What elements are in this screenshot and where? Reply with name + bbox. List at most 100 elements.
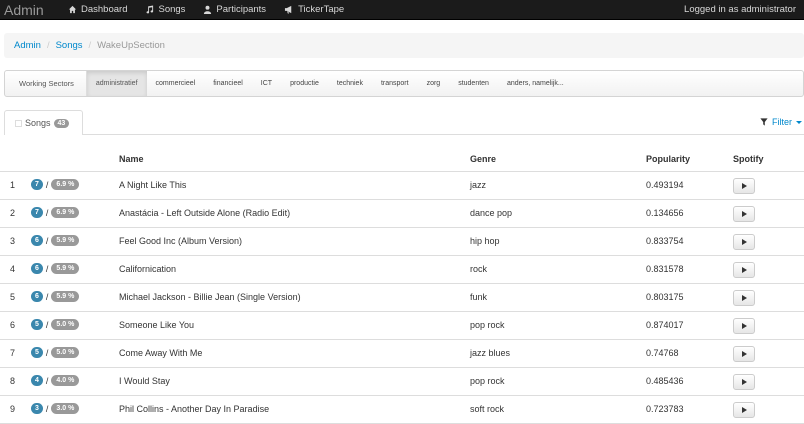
song-popularity: 0.134656 xyxy=(646,208,684,218)
spotify-play-button[interactable] xyxy=(733,262,755,278)
user-icon xyxy=(204,5,212,14)
vote-score: 6/5.9 % xyxy=(31,263,80,274)
tab-songs[interactable]: Songs 43 xyxy=(4,110,83,135)
slash-separator: / xyxy=(45,291,49,302)
play-icon xyxy=(741,351,747,357)
column-genre[interactable]: Genre xyxy=(470,154,496,164)
row-number: 8 xyxy=(10,376,16,386)
sector-financieel[interactable]: financieel xyxy=(204,71,252,96)
play-icon xyxy=(741,379,747,385)
bullhorn-icon xyxy=(285,5,292,14)
spotify-play-button[interactable] xyxy=(733,206,755,222)
brand[interactable]: Admin xyxy=(4,0,60,20)
row-number: 6 xyxy=(10,320,16,330)
nav-songs-label: Songs xyxy=(158,3,186,15)
table-row: 7 5/5.0 % Come Away With Me jazz blues 0.747… xyxy=(0,340,804,368)
breadcrumb-current: WakeUpSection xyxy=(97,40,165,51)
tab-songs-label: Songs xyxy=(25,118,51,128)
song-popularity: 0.493194 xyxy=(646,180,684,190)
sector-administratief[interactable]: administratief xyxy=(86,71,147,96)
sector-studenten[interactable]: studenten xyxy=(449,71,498,96)
play-icon xyxy=(741,183,747,189)
table-row: 2 7/6.9 % Anastácia - Left Outside Alone (… xyxy=(0,200,804,228)
table-row: 8 4/4.0 % I Would Stay pop rock 0.485436 xyxy=(0,368,804,396)
table-row: 1 7/6.9 % A Night Like This jazz 0.493194 xyxy=(0,172,804,200)
nav-participants-label: Participants xyxy=(216,3,267,15)
song-name: A Night Like This xyxy=(119,180,187,190)
spotify-play-button[interactable] xyxy=(733,234,755,250)
row-number: 9 xyxy=(10,404,16,414)
votes-badge: 6 xyxy=(31,235,43,246)
slash-separator: / xyxy=(45,179,49,190)
play-icon xyxy=(741,407,747,413)
song-popularity: 0.874017 xyxy=(646,320,684,330)
sectors-header: Working Sectors xyxy=(5,71,87,96)
breadcrumb-songs[interactable]: Songs xyxy=(56,40,83,51)
song-name: Feel Good Inc (Album Version) xyxy=(119,236,243,246)
column-spotify: Spotify xyxy=(733,154,764,164)
breadcrumb-separator: / xyxy=(46,40,50,51)
sector-anders[interactable]: anders, namelijk... xyxy=(498,71,573,96)
spotify-play-button[interactable] xyxy=(733,402,755,418)
filter-dropdown[interactable]: Filter xyxy=(760,117,802,127)
row-number: 7 xyxy=(10,348,16,358)
top-navbar: Admin Dashboard Songs Participants Ticke… xyxy=(0,0,804,20)
song-genre: pop rock xyxy=(470,320,505,330)
nav-tickertape[interactable]: TickerTape xyxy=(284,0,344,20)
nav-participants[interactable]: Participants xyxy=(203,0,266,20)
sector-transport[interactable]: transport xyxy=(372,71,418,96)
song-genre: jazz xyxy=(470,180,487,190)
nav-dashboard[interactable]: Dashboard xyxy=(68,0,127,20)
votes-badge: 3 xyxy=(31,403,43,414)
spotify-play-button[interactable] xyxy=(733,374,755,390)
song-genre: pop rock xyxy=(470,376,505,386)
song-popularity: 0.833754 xyxy=(646,236,684,246)
percent-badge: 5.0 % xyxy=(51,319,80,330)
song-name: I Would Stay xyxy=(119,376,170,386)
votes-badge: 5 xyxy=(31,319,43,330)
spotify-play-button[interactable] xyxy=(733,318,755,334)
play-icon xyxy=(741,323,747,329)
nav-songs[interactable]: Songs xyxy=(145,0,185,20)
row-number: 5 xyxy=(10,292,16,302)
table-row: 5 6/5.9 % Michael Jackson - Billie Jean (S… xyxy=(0,284,804,312)
song-name: Californication xyxy=(119,264,177,274)
percent-badge: 3.0 % xyxy=(51,403,80,414)
percent-badge: 5.9 % xyxy=(51,235,80,246)
votes-badge: 6 xyxy=(31,291,43,302)
percent-badge: 4.0 % xyxy=(51,375,80,386)
sector-commercieel[interactable]: commercieel xyxy=(147,71,205,96)
song-name: Someone Like You xyxy=(119,320,195,330)
sector-zorg[interactable]: zorg xyxy=(418,71,450,96)
vote-score: 6/5.9 % xyxy=(31,235,80,246)
song-genre: jazz blues xyxy=(470,348,511,358)
table-row: 4 6/5.9 % Californication rock 0.831578 xyxy=(0,256,804,284)
home-icon xyxy=(68,5,77,14)
slash-separator: / xyxy=(45,263,49,274)
song-genre: dance pop xyxy=(470,208,513,218)
row-number: 1 xyxy=(10,180,16,190)
sector-ict[interactable]: ICT xyxy=(252,71,281,96)
votes-badge: 5 xyxy=(31,347,43,358)
nav-tickertape-label: TickerTape xyxy=(298,3,345,15)
breadcrumb-admin[interactable]: Admin xyxy=(14,40,41,51)
column-name[interactable]: Name xyxy=(119,154,144,164)
vote-score: 7/6.9 % xyxy=(31,207,80,218)
song-popularity: 0.831578 xyxy=(646,264,684,274)
table-header: Name Genre Popularity Spotify xyxy=(0,148,804,172)
vote-score: 7/6.9 % xyxy=(31,179,80,190)
play-icon xyxy=(741,239,747,245)
spotify-play-button[interactable] xyxy=(733,290,755,306)
spotify-play-button[interactable] xyxy=(733,346,755,362)
song-genre: soft rock xyxy=(470,404,505,414)
column-popularity[interactable]: Popularity xyxy=(646,154,690,164)
sector-productie[interactable]: productie xyxy=(281,71,328,96)
table-row: 3 6/5.9 % Feel Good Inc (Album Version) hip… xyxy=(0,228,804,256)
breadcrumb: Admin / Songs / WakeUpSection xyxy=(4,33,804,58)
login-status[interactable]: Logged in as administrator xyxy=(684,0,796,20)
sector-techniek[interactable]: techniek xyxy=(328,71,372,96)
slash-separator: / xyxy=(45,403,49,414)
vote-score: 6/5.9 % xyxy=(31,291,80,302)
percent-badge: 5.9 % xyxy=(51,263,80,274)
spotify-play-button[interactable] xyxy=(733,178,755,194)
